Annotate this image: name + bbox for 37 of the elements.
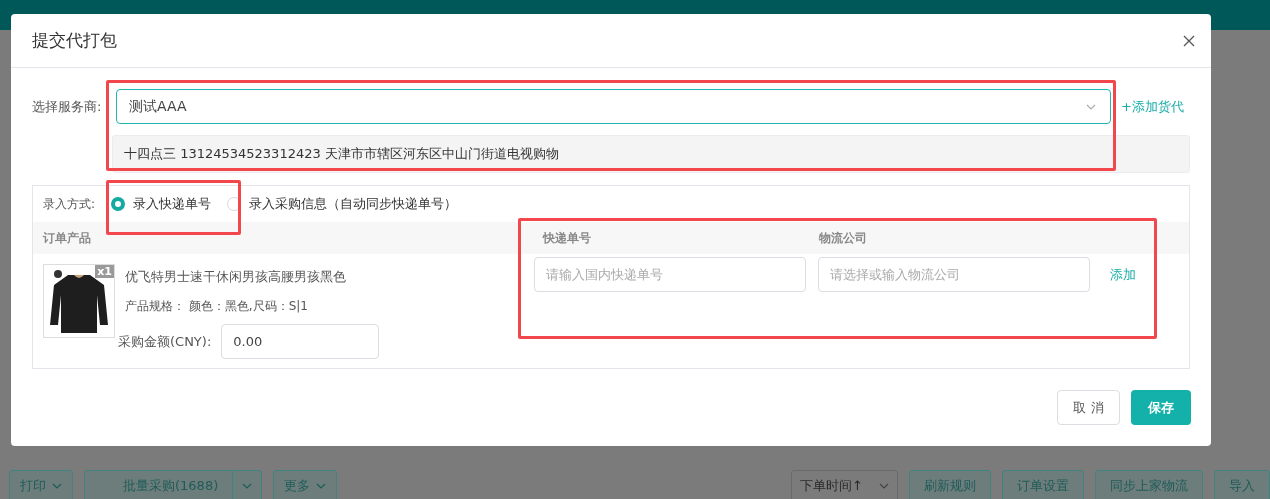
toolbar-button[interactable]: 订单设置 <box>1002 470 1084 499</box>
chevron-down-icon <box>1086 103 1096 110</box>
caret-icon <box>52 483 62 489</box>
chevron-down-icon <box>879 483 889 489</box>
tracking-number-field[interactable]: 请输入国内快递单号 <box>534 257 806 292</box>
add-forwarder-link[interactable]: +添加货代 <box>1121 97 1184 116</box>
product-spec: 产品规格： 颜色：黑色,尺码：S|1 <box>125 298 309 315</box>
column-header: 快递单号 <box>543 229 592 247</box>
batch-purchase-button[interactable]: 批量采购(1688) <box>85 471 234 499</box>
address-text: 十四点三 13124534523312423 天津市市辖区河东区中山门街道电视购物 <box>112 135 1190 173</box>
field-label: 录入方式: <box>43 195 96 213</box>
toolbar-button[interactable]: 打印 <box>9 470 73 499</box>
close-icon[interactable] <box>1183 34 1195 47</box>
save-button[interactable]: 保存 <box>1131 390 1191 425</box>
caret-icon <box>316 483 327 489</box>
sort-select[interactable]: 下单时间↑ <box>791 470 898 499</box>
cancel-button[interactable]: 取 消 <box>1057 390 1120 425</box>
column-header: 物流公司 <box>819 229 867 247</box>
radio-option[interactable]: 录入采购信息（自动同步快递单号） <box>227 195 458 213</box>
product-title: 优飞特男士速干休闲男孩高腰男孩黑色 <box>125 268 346 286</box>
toolbar-button[interactable]: 导入 <box>1214 470 1270 499</box>
amount-field[interactable]: 0.00 <box>221 324 380 359</box>
field-label: 选择服务商: <box>32 97 103 116</box>
field-label: 采购金额(CNY): <box>118 332 212 351</box>
add-link[interactable]: 添加 <box>1110 257 1136 292</box>
dialog-title: 提交代打包 <box>32 29 117 52</box>
sort-value: 下单时间↑ <box>800 477 863 495</box>
carrier-field[interactable]: 请选择或输入物流公司 <box>818 257 1090 292</box>
quantity-badge: x1 <box>95 265 114 278</box>
toolbar-button[interactable]: 刷新规则 <box>909 470 991 499</box>
select-value: 测试AAA <box>129 97 187 116</box>
provider-select[interactable]: 测试AAA <box>116 89 1111 124</box>
radio-option[interactable]: 录入快递单号 <box>111 195 212 213</box>
column-header: 订单产品 <box>43 229 92 247</box>
caret-icon <box>242 483 253 489</box>
toolbar-button[interactable]: 同步上家物流 <box>1095 470 1203 499</box>
toolbar-button[interactable]: 更多 <box>273 470 338 499</box>
